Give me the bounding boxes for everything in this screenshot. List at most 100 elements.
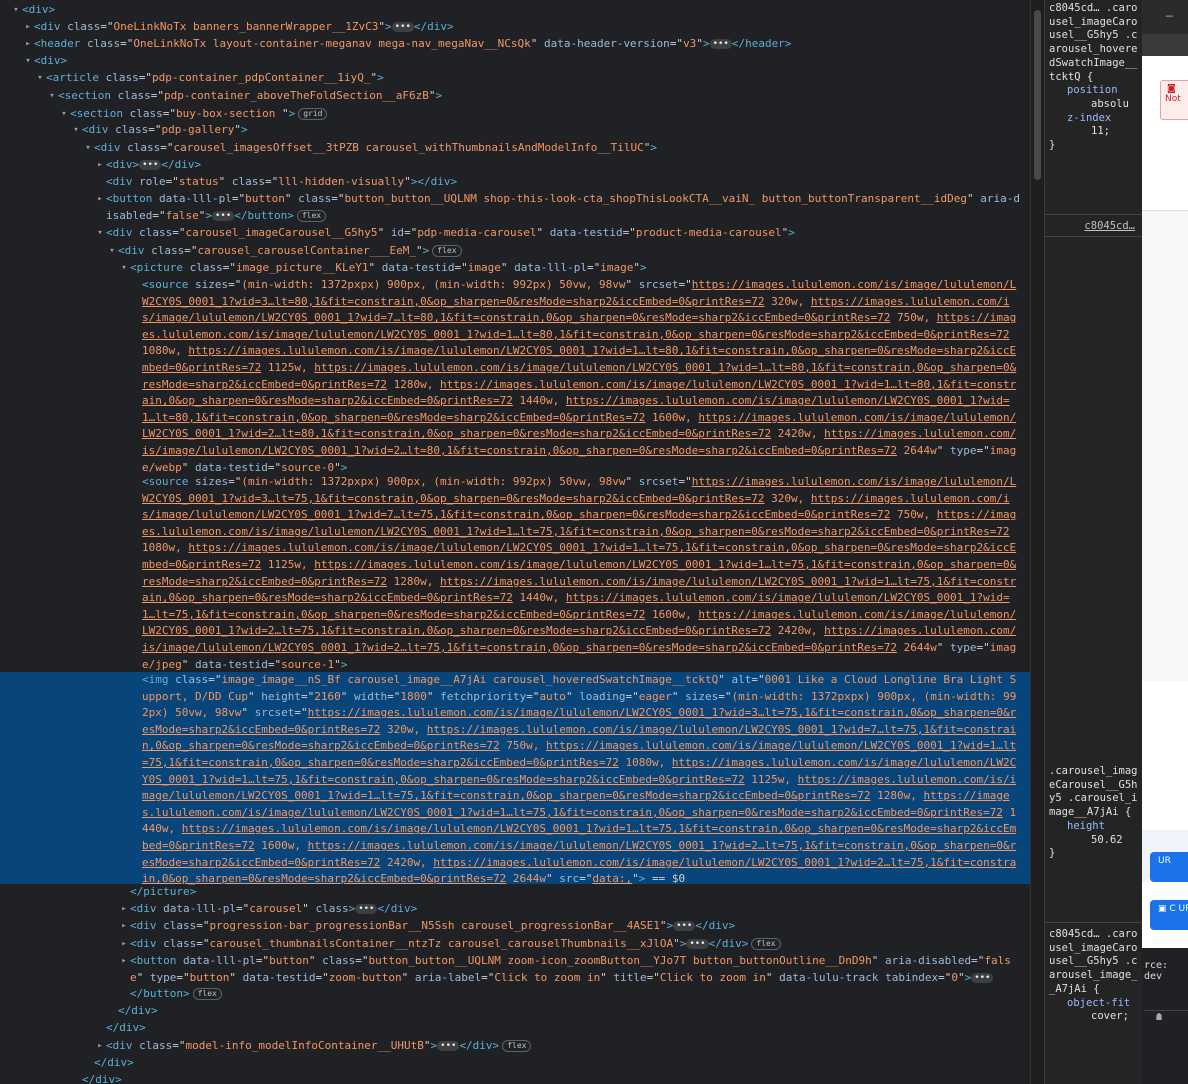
markup-token: " [302, 902, 316, 915]
bug-icon[interactable]: ☗ [1156, 1012, 1162, 1023]
dom-node[interactable]: ▸ <div class="carousel_thumbnailsContaine… [0, 936, 1030, 953]
style-prop-name[interactable]: position [1049, 84, 1143, 98]
style-prop-name[interactable]: z-index [1049, 112, 1143, 126]
minimize-icon[interactable]: ─ [1166, 10, 1173, 23]
markup-token: 750w, [890, 508, 937, 522]
dom-node[interactable]: <source sizes="(min-width: 1372pxpx) 900… [0, 474, 1030, 671]
dom-node[interactable]: </button> flex [0, 986, 1030, 1003]
node-markup: <img class="image_image__nS_Bf carousel_… [142, 672, 1022, 888]
expand-toggle-icon[interactable]: ▸ [118, 936, 130, 953]
dom-node[interactable]: ▾ <div class="carousel_imagesOffset__3tPZ… [0, 140, 1030, 157]
expand-toggle-icon[interactable]: ▸ [118, 918, 130, 935]
expand-toggle-icon[interactable]: ▸ [22, 36, 34, 53]
dom-node[interactable]: ▸ <div class="OneLinkNoTx banners_bannerW… [0, 19, 1030, 36]
dom-node[interactable]: ▸ <div data-lll-pl="carousel" class> ••• </… [0, 901, 1030, 918]
dom-node[interactable]: ▾ <section class="pdp-container_aboveTheF… [0, 88, 1030, 105]
dom-node[interactable]: ▸ <header class="OneLinkNoTx layout-conta… [0, 36, 1030, 53]
dom-node[interactable]: ▸ <div class="model-info_modelInfoContain… [0, 1038, 1030, 1055]
layout-badge[interactable]: grid [298, 108, 328, 120]
style-source-link[interactable]: c8045cd… [1049, 220, 1143, 234]
preview-console: rce: dev ☗ [1142, 948, 1188, 1084]
style-prop-value[interactable]: 50.62 [1049, 834, 1143, 848]
style-prop-value[interactable]: 11; [1049, 125, 1143, 139]
markup-token: =" [228, 278, 242, 291]
layout-badge[interactable]: flex [432, 245, 462, 257]
markup-token: " [377, 226, 391, 239]
dom-node[interactable]: ▾ <div> [0, 2, 1030, 19]
dom-node[interactable]: </picture> [0, 884, 1030, 901]
collapsed-children-icon[interactable]: ••• [211, 210, 235, 221]
expand-toggle-icon[interactable]: ▸ [94, 157, 106, 174]
expand-toggle-icon[interactable]: ▸ [22, 19, 34, 36]
collapsed-children-icon[interactable]: ••• [355, 904, 378, 914]
markup-token: (min-width: 1372pxpx) 900px, (min-width:… [241, 475, 626, 488]
dom-node[interactable]: ▾ <section class="buy-box-section "> grid [0, 106, 1030, 123]
collapsed-children-icon[interactable]: ••• [139, 160, 162, 170]
dom-node[interactable]: ▾ <div> [0, 53, 1030, 70]
expand-toggle-icon[interactable]: ▾ [70, 122, 82, 139]
node-markup: <header class="OneLinkNoTx layout-contai… [34, 37, 791, 50]
expand-toggle-icon[interactable]: ▸ [118, 901, 130, 918]
markup-token: " [696, 37, 703, 50]
markup-token: =" [228, 475, 242, 488]
collapsed-children-icon[interactable]: ••• [437, 1041, 460, 1051]
expand-toggle-icon[interactable]: ▾ [106, 243, 118, 260]
dom-node[interactable]: ▸ <button data-lll-pl="button" class="but… [0, 191, 1030, 224]
dom-node[interactable]: ▾ <div class="carousel_imageCarousel__G5h… [0, 225, 1030, 242]
dom-node[interactable]: ▸ <div> ••• </div> [0, 157, 1030, 174]
expand-toggle-icon[interactable]: ▾ [94, 225, 106, 242]
style-divider [1045, 922, 1143, 923]
preview-button-2[interactable]: ▣ C URI [1150, 900, 1188, 930]
dom-node[interactable]: </div> [0, 1055, 1030, 1072]
expand-toggle-icon[interactable]: ▾ [34, 70, 46, 87]
style-prop-name[interactable]: object-fit [1049, 997, 1143, 1011]
markup-token: > [788, 226, 795, 239]
expand-toggle-icon[interactable]: ▾ [58, 106, 70, 123]
markup-token: " [671, 689, 686, 703]
markup-token: " [334, 460, 341, 474]
dom-node[interactable]: </div> [0, 1072, 1030, 1084]
dom-node[interactable]: ▾ <div class="pdp-gallery"> [0, 122, 1030, 139]
dom-node[interactable]: <div role="status" class="lll-hidden-vis… [0, 174, 1030, 191]
dom-node[interactable]: ▾ <article class="pdp-container_pdpContai… [0, 70, 1030, 87]
page-preview: ─ ◙ Not UR ▣ C URI rce: dev ☗ [1142, 0, 1188, 1084]
markup-token: =" [150, 89, 164, 102]
collapsed-children-icon[interactable]: ••• [686, 939, 709, 949]
dom-node[interactable]: ▾ <picture class="image_picture__KLeY1" d… [0, 260, 1030, 277]
expand-toggle-icon[interactable]: ▾ [22, 53, 34, 70]
dom-node[interactable]: </div> [0, 1003, 1030, 1020]
dom-node[interactable]: ▸ <div class="progression-bar_progression… [0, 918, 1030, 935]
collapsed-children-icon[interactable]: ••• [673, 921, 696, 931]
collapsed-children-icon[interactable]: ••• [391, 22, 414, 32]
style-prop-value[interactable]: absolu [1049, 98, 1143, 112]
style-prop-name[interactable]: height [1049, 820, 1143, 834]
expand-toggle-icon[interactable]: ▸ [94, 191, 106, 208]
layout-badge[interactable]: flex [751, 938, 781, 950]
markup-token: <button [106, 192, 159, 205]
dom-node[interactable]: <source sizes="(min-width: 1372pxpx) 900… [0, 277, 1030, 474]
selected-dom-node[interactable]: <img class="image_image__nS_Bf carousel_… [0, 672, 1030, 885]
markup-token: =" [751, 673, 765, 686]
dom-node[interactable]: ▾ <div class="carousel_carouselContainer_… [0, 243, 1030, 260]
markup-token: role [139, 175, 166, 188]
style-prop-value[interactable]: cover; [1049, 1010, 1143, 1024]
collapsed-children-icon[interactable]: ••• [709, 39, 732, 49]
expand-toggle-icon[interactable]: ▾ [10, 2, 22, 19]
dom-scroll-thumb[interactable] [1034, 10, 1041, 180]
expand-toggle-icon[interactable]: ▾ [118, 260, 130, 277]
collapsed-children-icon[interactable]: ••• [971, 972, 994, 983]
layout-badge[interactable]: flex [192, 988, 222, 1000]
dom-node[interactable]: </div> [0, 1020, 1030, 1037]
dom-scrollbar[interactable] [1030, 0, 1045, 1084]
expand-toggle-icon[interactable]: ▸ [94, 1038, 106, 1055]
markup-token: auto [539, 689, 566, 703]
expand-toggle-icon[interactable]: ▾ [82, 140, 94, 157]
markup-token: false [165, 208, 199, 222]
expand-toggle-icon[interactable]: ▸ [118, 953, 130, 970]
preview-button-1[interactable]: UR [1150, 852, 1188, 882]
expand-toggle-icon[interactable]: ▾ [46, 88, 58, 105]
markup-token: =" [176, 970, 190, 984]
dom-node[interactable]: ▸ <button data-lll-pl="button" class="but… [0, 953, 1030, 986]
layout-badge[interactable]: flex [502, 1040, 532, 1052]
layout-badge[interactable]: flex [296, 209, 327, 222]
